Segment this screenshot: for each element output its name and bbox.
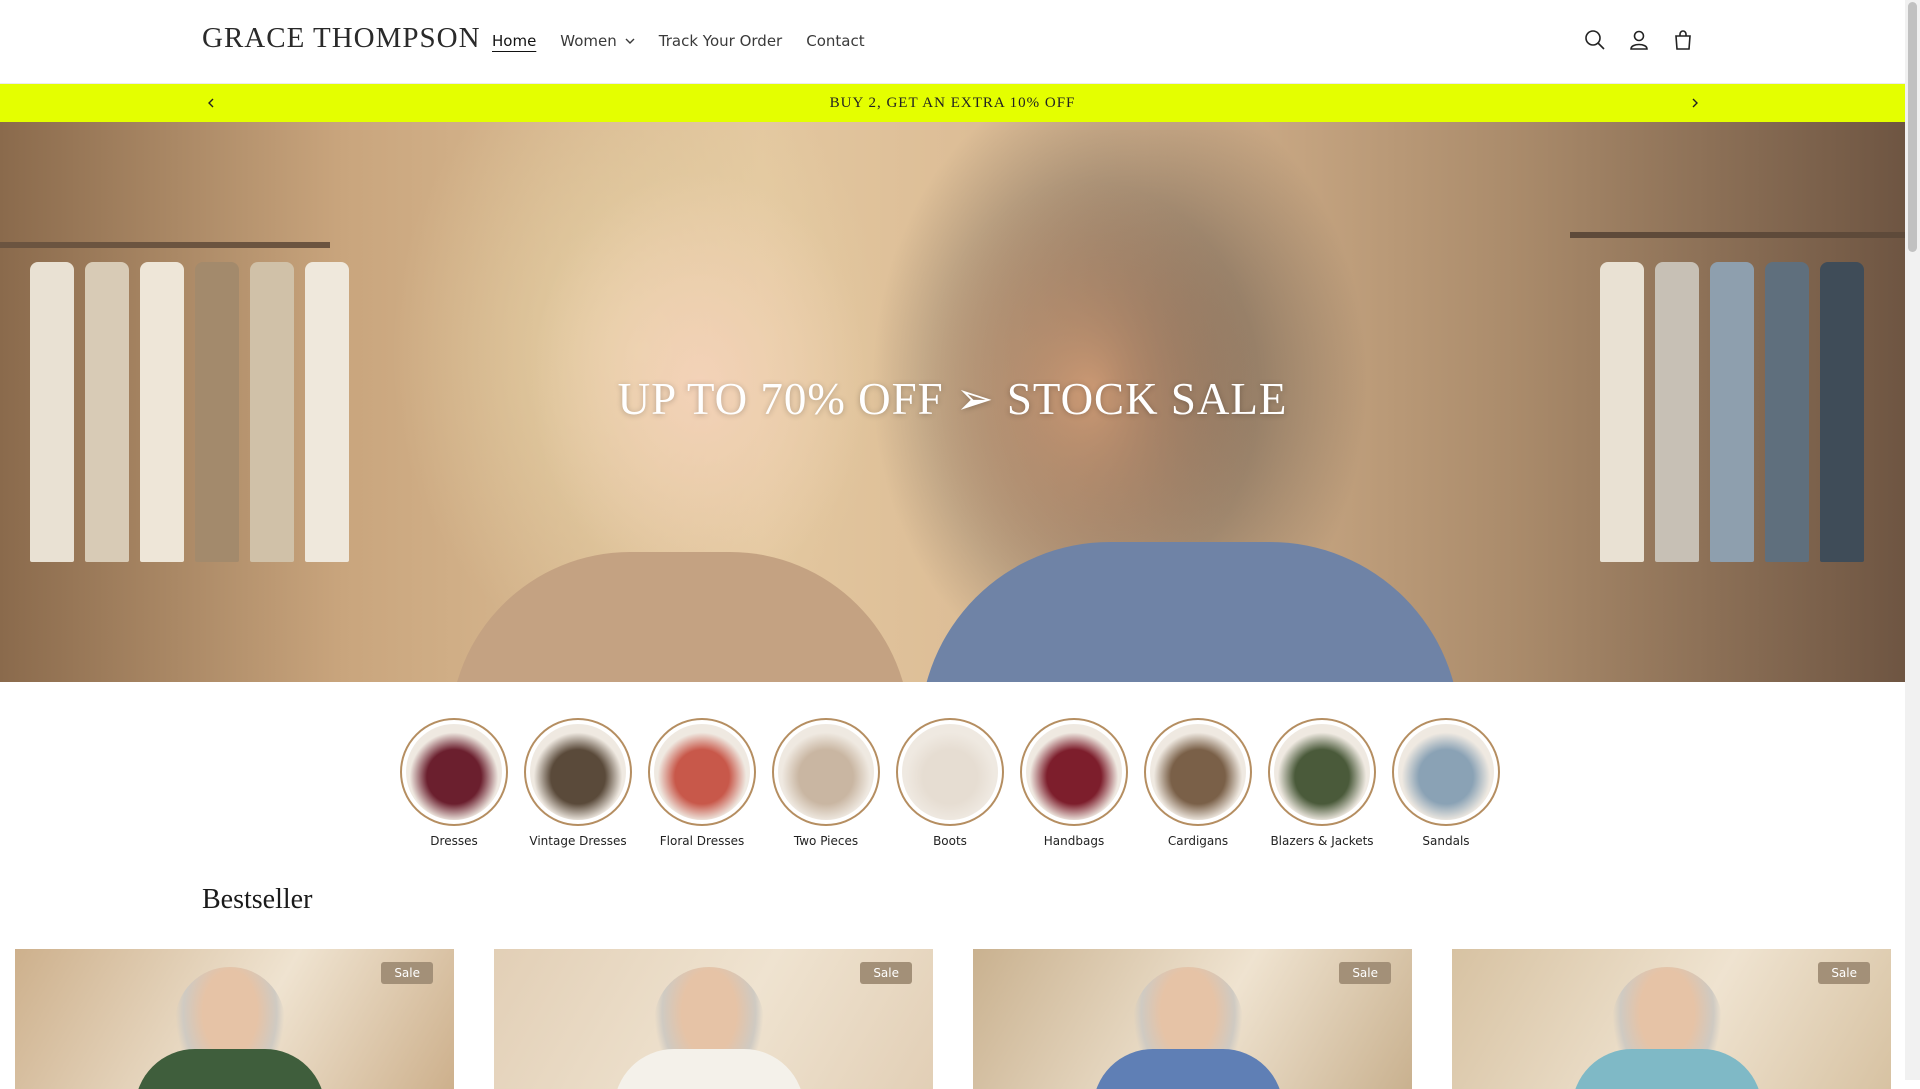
category-label: Two Pieces xyxy=(793,834,859,848)
category-label: Dresses xyxy=(430,834,478,848)
cart-button[interactable] xyxy=(1669,26,1697,54)
category-image xyxy=(400,718,508,826)
announcement-bar: BUY 2, GET AN EXTRA 10% OFF xyxy=(0,84,1905,122)
hero-title: UP TO 70% OFF ➢ STOCK SALE xyxy=(617,374,1288,424)
clothing-rail-left xyxy=(0,242,330,248)
category-label: Vintage Dresses xyxy=(529,834,627,848)
category-thumbnail xyxy=(1398,724,1494,820)
clothing-rail-right xyxy=(1570,232,1905,238)
category-item[interactable]: Two Pieces xyxy=(772,718,880,848)
model-right-sweater xyxy=(920,542,1460,682)
account-button[interactable] xyxy=(1625,26,1653,54)
product-garment xyxy=(614,1049,804,1089)
bestseller-title: Bestseller xyxy=(202,884,313,915)
sale-badge: Sale xyxy=(860,962,912,984)
category-image xyxy=(524,718,632,826)
search-button[interactable] xyxy=(1581,26,1609,54)
site-header: GRACE THOMPSON Home Women Track Your Ord… xyxy=(0,0,1905,84)
nav-item-women-label: Women xyxy=(560,32,617,50)
category-item[interactable]: Handbags xyxy=(1020,718,1128,848)
product-grid: Sale Sale Sale Sale xyxy=(15,949,1891,1089)
category-label: Floral Dresses xyxy=(659,834,745,848)
category-thumbnail xyxy=(1274,724,1370,820)
product-card[interactable]: Sale xyxy=(973,949,1412,1089)
store-logo[interactable]: GRACE THOMPSON xyxy=(202,22,481,55)
category-image xyxy=(1392,718,1500,826)
announcement-next-button[interactable] xyxy=(1686,94,1704,112)
account-icon xyxy=(1630,30,1648,50)
nav-item-women[interactable]: Women xyxy=(548,28,646,54)
scrollbar-thumb[interactable] xyxy=(1908,2,1917,252)
category-item[interactable]: Sandals xyxy=(1392,718,1500,848)
product-garment xyxy=(135,1049,325,1089)
category-item[interactable]: Vintage Dresses xyxy=(524,718,632,848)
product-card[interactable]: Sale xyxy=(1452,949,1891,1089)
nav-item-contact-label: Contact xyxy=(806,32,865,50)
category-thumbnail xyxy=(1026,724,1122,820)
category-thumbnail xyxy=(778,724,874,820)
category-image xyxy=(648,718,756,826)
nav-item-track-order-label: Track Your Order xyxy=(658,32,783,50)
product-card[interactable]: Sale xyxy=(15,949,454,1089)
category-image xyxy=(896,718,1004,826)
category-label: Boots xyxy=(933,834,967,848)
category-image xyxy=(1020,718,1128,826)
nav-item-home-label: Home xyxy=(492,32,537,50)
hero-banner[interactable]: UP TO 70% OFF ➢ STOCK SALE xyxy=(0,122,1905,682)
nav-item-track-order[interactable]: Track Your Order xyxy=(647,28,794,54)
cart-icon xyxy=(1675,30,1691,50)
category-image xyxy=(1268,718,1376,826)
category-label: Sandals xyxy=(1422,834,1470,848)
sale-badge: Sale xyxy=(1818,962,1870,984)
category-thumbnail xyxy=(1150,724,1246,820)
product-garment xyxy=(1093,1049,1283,1089)
announcement-text: BUY 2, GET AN EXTRA 10% OFF xyxy=(829,94,1076,111)
category-label: Cardigans xyxy=(1167,834,1229,848)
page-scrollbar[interactable] xyxy=(1905,0,1920,1080)
search-icon xyxy=(1585,30,1605,50)
category-item[interactable]: Dresses xyxy=(400,718,508,848)
category-item[interactable]: Cardigans xyxy=(1144,718,1252,848)
category-label: Blazers & Jackets xyxy=(1270,834,1374,848)
sale-badge: Sale xyxy=(381,962,433,984)
main-nav: Home Women Track Your Order Contact xyxy=(480,28,877,54)
announcement-prev-button[interactable] xyxy=(202,94,220,112)
chevron-left-icon xyxy=(208,98,214,108)
category-item[interactable]: Floral Dresses xyxy=(648,718,756,848)
category-image xyxy=(772,718,880,826)
category-image xyxy=(1144,718,1252,826)
nav-item-contact[interactable]: Contact xyxy=(794,28,876,54)
category-thumbnail xyxy=(406,724,502,820)
model-left-sweater xyxy=(450,552,910,682)
category-item[interactable]: Blazers & Jackets xyxy=(1268,718,1376,848)
category-thumbnail xyxy=(902,724,998,820)
category-label: Handbags xyxy=(1043,834,1105,848)
sale-badge: Sale xyxy=(1339,962,1391,984)
category-list: Dresses Vintage Dresses Floral Dresses Two … xyxy=(400,718,1500,848)
chevron-right-icon xyxy=(1692,98,1698,108)
category-thumbnail xyxy=(530,724,626,820)
category-thumbnail xyxy=(654,724,750,820)
nav-item-home[interactable]: Home xyxy=(480,28,548,54)
product-garment xyxy=(1572,1049,1762,1089)
chevron-down-icon xyxy=(625,38,635,44)
product-card[interactable]: Sale xyxy=(494,949,933,1089)
category-item[interactable]: Boots xyxy=(896,718,1004,848)
header-icons xyxy=(1581,26,1697,54)
